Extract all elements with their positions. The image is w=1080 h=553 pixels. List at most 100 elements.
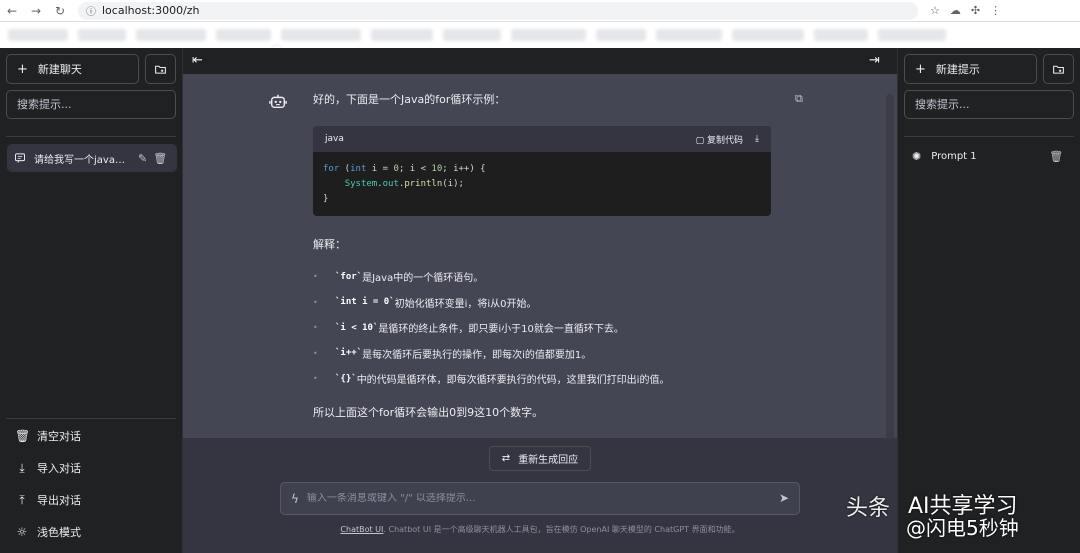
message-icon (15, 153, 25, 163)
copy-code-button[interactable]: ▢ 复制代码 (696, 133, 743, 146)
export-label: 导出对话 (37, 494, 81, 507)
new-prompt-folder-button[interactable] (1043, 54, 1074, 84)
new-prompt-button[interactable]: + 新建提示 (904, 54, 1037, 84)
trash-icon[interactable]: 🗑 (153, 152, 167, 165)
import-conversations-button[interactable]: ⤓ 导入对话 (0, 452, 183, 484)
message-list[interactable]: ⧉ 好的，下面是一个Java的for循环示例： java ▢ 复制代码 ⤓ fo… (183, 74, 897, 438)
new-chat-label: 新建聊天 (37, 63, 82, 76)
bookmarks-bar (0, 22, 1080, 48)
message-intro: 好的，下面是一个Java的for循环示例： (313, 93, 506, 106)
plus-icon: + (17, 61, 28, 77)
conversation-item[interactable]: 请给我写一个java的for... ✎ 🗑 (7, 144, 177, 172)
message-summary: 所以上面这个for循环会输出0到9这10个数字。 (313, 406, 544, 419)
search-conversations-input[interactable] (6, 90, 176, 119)
puzzle-icon[interactable]: ✣ (971, 4, 980, 17)
trash-icon[interactable]: 🗑 (1049, 150, 1063, 163)
conversation-label: 请给我写一个java的for... (34, 154, 132, 166)
clipboard-icon: ▢ (695, 135, 705, 146)
bookmark[interactable] (371, 29, 433, 41)
copy-message-icon[interactable]: ⧉ (795, 92, 803, 106)
inline-code: `i < 10` (335, 322, 379, 333)
collapse-right-icon[interactable]: ⇥ (869, 53, 880, 68)
bookmark[interactable] (78, 29, 126, 41)
menu-icon[interactable]: ⋮ (990, 4, 1001, 17)
bookmark[interactable] (878, 29, 946, 41)
bookmark[interactable] (136, 29, 206, 41)
download-icon[interactable]: ⤓ (755, 134, 759, 144)
cloud-icon[interactable]: ☁ (950, 4, 961, 17)
list-item: • `int i = 0` 初始化循环变量i，将i从0开始。 (313, 290, 833, 316)
explanation-title: 解释： (313, 238, 346, 251)
code-block: java ▢ 复制代码 ⤓ for (int i = 0; i < 10; i+… (313, 126, 771, 216)
light-mode-label: 浅色模式 (37, 526, 81, 539)
assistant-message: 好的，下面是一个Java的for循环示例： (313, 92, 783, 108)
scrollbar[interactable] (886, 94, 894, 439)
bullet-text: 中的代码是循环体，即每次循环要执行的代码，这里我们打印出i的值。 (356, 375, 670, 387)
bookmark[interactable] (281, 29, 361, 41)
bookmark[interactable] (814, 29, 868, 41)
bookmark[interactable] (511, 29, 586, 41)
address-bar[interactable]: ⓘ localhost:3000/zh (78, 1, 918, 20)
robot-icon (269, 94, 287, 109)
robot-icon: ⌒ (271, 44, 284, 58)
export-conversations-button[interactable]: ⤒ 导出对话 (0, 484, 183, 516)
star-icon[interactable]: ☆ (930, 4, 940, 17)
bookmark[interactable] (656, 29, 722, 41)
bullet-text: 初始化循环变量i，将i从0开始。 (394, 298, 537, 310)
plus-icon: + (915, 61, 926, 77)
bullet-text: 是每次循环后要执行的操作，即每次i的值都要加1。 (362, 349, 592, 361)
edit-icon[interactable]: ✎ (138, 152, 147, 165)
bulb-icon: ✺ (912, 149, 922, 163)
clear-label: 清空对话 (37, 430, 81, 443)
prompt-item[interactable]: ✺ Prompt 1 🗑 (906, 144, 1076, 168)
clear-conversations-button[interactable]: 🗑 清空对话 (0, 420, 183, 452)
bookmark[interactable] (216, 29, 271, 41)
bookmark[interactable] (596, 29, 646, 41)
explanation-list: • `for` 是Java中的一个循环语句。 • `int i = 0` 初始化循环变量… (313, 264, 833, 392)
new-chat-button[interactable]: + 新建聊天 (6, 54, 139, 84)
folder-plus-icon (1053, 65, 1064, 74)
footer: ChatBot UI. Chatbot UI 是一个高级聊天机器人工具包，旨在模… (183, 524, 897, 535)
bookmark[interactable] (8, 29, 68, 41)
regenerate-button[interactable]: ⇄ 重新生成回应 (489, 446, 591, 471)
bullet-text: 是循环的终止条件，即只要i小于10就会一直循环下去。 (378, 324, 624, 336)
watermark-handle: @闪电5秒钟 (906, 516, 1019, 540)
footer-link[interactable]: ChatBot UI (340, 525, 383, 534)
export-icon: ⤒ (19, 492, 25, 507)
browser-toolbar: ← → ↻ ⓘ localhost:3000/zh ☆ ☁ ✣ ⋮ (0, 0, 1080, 22)
chat-topbar: ⇤ ⌒ ⇥ (183, 44, 897, 74)
watermark-toutiao: 头条 (846, 496, 891, 521)
new-folder-button[interactable] (145, 54, 176, 84)
info-icon: ⓘ (86, 7, 96, 18)
left-sidebar: + 新建聊天 请给我写一个java的for... ✎ 🗑 🗑 清空对话 ⤓ 导入… (0, 48, 183, 553)
inline-code: `for` (335, 271, 363, 282)
url-text: localhost:3000/zh (102, 4, 200, 17)
collapse-left-icon[interactable]: ⇤ (192, 53, 203, 68)
back-icon[interactable]: ← (0, 0, 24, 22)
bullet-text: 是Java中的一个循环语句。 (362, 273, 484, 285)
bolt-icon[interactable]: ϟ (291, 492, 299, 506)
code-content: for (int i = 0; i < 10; i++) { System.ou… (323, 164, 486, 204)
send-icon[interactable]: ➤ (779, 491, 789, 505)
right-sidebar: + 新建提示 ✺ Prompt 1 🗑 (897, 48, 1080, 553)
inline-code: `int i = 0` (335, 297, 395, 308)
code-language: java (325, 134, 344, 144)
bookmark[interactable] (443, 29, 501, 41)
new-prompt-label: 新建提示 (935, 63, 980, 76)
divider (6, 418, 176, 419)
copy-code-label: 复制代码 (707, 135, 744, 146)
forward-icon[interactable]: → (24, 0, 48, 22)
import-label: 导入对话 (37, 462, 81, 475)
folder-plus-icon (155, 65, 166, 74)
bookmark[interactable] (732, 29, 804, 41)
regenerate-label: 重新生成回应 (518, 455, 579, 466)
search-prompts-input[interactable] (904, 90, 1074, 119)
import-icon: ⤓ (19, 460, 25, 475)
list-item: • `i++` 是每次循环后要执行的操作，即每次i的值都要加1。 (313, 341, 833, 367)
reload-icon[interactable]: ↻ (48, 0, 72, 22)
light-mode-button[interactable]: ☼ 浅色模式 (0, 516, 183, 548)
message-input[interactable] (306, 493, 767, 504)
refresh-icon: ⇄ (501, 453, 511, 464)
code-header: java ▢ 复制代码 ⤓ (313, 126, 771, 152)
sun-icon: ☼ (16, 525, 28, 539)
